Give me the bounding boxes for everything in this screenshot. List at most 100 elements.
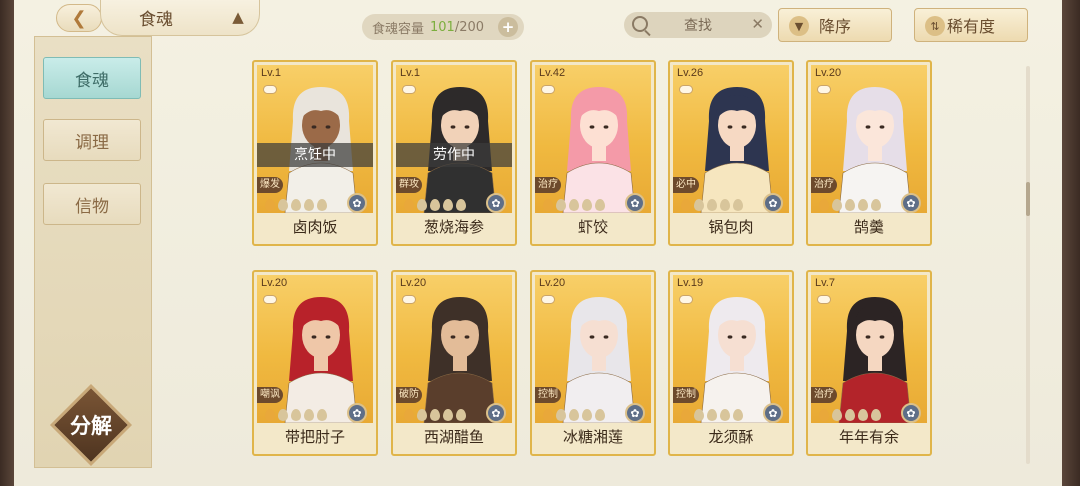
element-emblem-icon: ✿ <box>901 193 921 213</box>
search-input[interactable]: 查找 ✕ <box>624 12 772 38</box>
sidebar-item-label: 调理 <box>75 132 109 153</box>
card-role-tag: 必中 <box>673 177 699 193</box>
star-icon <box>569 409 579 421</box>
star-icon <box>871 409 881 421</box>
collapse-icon <box>541 85 555 94</box>
card-role-tag: 嘲讽 <box>257 387 283 403</box>
star-icon <box>707 199 717 211</box>
food-soul-card[interactable]: Lv.1 烹饪中 爆发 ✿ 卤肉饭 <box>252 60 378 246</box>
star-rating <box>404 199 466 213</box>
card-name: 冰糖湘莲 <box>562 428 623 446</box>
card-portrait-area: Lv.1 烹饪中 爆发 ✿ <box>257 65 373 213</box>
element-emblem-icon: ✿ <box>347 403 367 423</box>
star-icon <box>733 199 743 211</box>
star-icon <box>707 409 717 421</box>
star-icon <box>456 199 466 211</box>
star-icon <box>404 199 414 211</box>
food-soul-card[interactable]: Lv.20 破防 ✿ 西湖醋鱼 <box>391 270 517 456</box>
star-icon <box>556 409 566 421</box>
star-icon <box>681 409 691 421</box>
star-icon <box>417 199 427 211</box>
card-name: 鹄羹 <box>853 218 884 236</box>
sidebar-item-training[interactable]: 调理 <box>43 119 141 161</box>
sort-key-label: 稀有度 <box>946 17 995 36</box>
star-icon <box>304 199 314 211</box>
scrollbar[interactable] <box>1026 66 1030 464</box>
food-soul-card[interactable]: Lv.1 劳作中 群攻 ✿ 葱烧海参 <box>391 60 517 246</box>
element-emblem-icon: ✿ <box>486 193 506 213</box>
character-portrait <box>562 297 636 423</box>
card-name: 虾饺 <box>577 218 608 236</box>
card-role-tag: 治疗 <box>811 177 837 193</box>
card-name: 带把肘子 <box>284 428 345 446</box>
search-icon <box>632 16 648 32</box>
character-portrait <box>562 87 636 213</box>
expand-capacity-button[interactable]: + <box>498 17 518 37</box>
home-icon[interactable]: ▲ <box>227 8 249 26</box>
card-status-banner: 劳作中 <box>396 143 512 167</box>
star-icon <box>291 199 301 211</box>
sidebar-item-tokens[interactable]: 信物 <box>43 183 141 225</box>
star-icon <box>582 409 592 421</box>
card-level: Lv.20 <box>261 277 288 289</box>
food-soul-card[interactable]: Lv.42 治疗 ✿ 虾饺 <box>530 60 656 246</box>
star-icon <box>832 409 842 421</box>
star-icon <box>681 199 691 211</box>
clear-icon[interactable]: ✕ <box>751 15 764 33</box>
sort-key-button[interactable]: ⇅ 稀有度 <box>914 8 1028 42</box>
star-icon <box>595 199 605 211</box>
card-role-tag: 爆发 <box>257 177 283 193</box>
food-soul-card[interactable]: Lv.20 治疗 ✿ 鹄羹 <box>806 60 932 246</box>
scrollbar-thumb[interactable] <box>1026 182 1030 216</box>
card-name: 锅包肉 <box>708 218 754 236</box>
food-soul-card[interactable]: Lv.19 控制 ✿ 龙须酥 <box>668 270 794 456</box>
food-soul-card[interactable]: Lv.26 必中 ✿ 锅包肉 <box>668 60 794 246</box>
star-rating <box>819 199 881 213</box>
character-portrait <box>700 297 774 423</box>
star-icon <box>694 199 704 211</box>
star-icon <box>720 409 730 421</box>
sidebar-item-food-souls[interactable]: 食魂 <box>43 57 141 99</box>
card-role-tag: 破防 <box>396 387 422 403</box>
page-title-tab: 食魂 ▲ <box>100 0 260 36</box>
star-rating <box>819 409 881 423</box>
card-role-tag: 控制 <box>673 387 699 403</box>
sort-order-button[interactable]: ▼ 降序 <box>778 8 892 42</box>
card-portrait-area: Lv.20 嘲讽 ✿ <box>257 275 373 423</box>
search-label: 查找 <box>684 18 712 34</box>
collapse-icon <box>679 85 693 94</box>
collapse-icon <box>679 295 693 304</box>
card-role-tag: 治疗 <box>535 177 561 193</box>
star-icon <box>456 409 466 421</box>
food-soul-card[interactable]: Lv.20 嘲讽 ✿ 带把肘子 <box>252 270 378 456</box>
card-role-tag: 控制 <box>535 387 561 403</box>
element-emblem-icon: ✿ <box>347 193 367 213</box>
sort-swap-icon: ⇅ <box>925 16 945 36</box>
card-portrait-area: Lv.20 治疗 ✿ <box>811 65 927 213</box>
card-level: Lv.20 <box>815 67 842 79</box>
star-icon <box>582 199 592 211</box>
star-icon <box>317 199 327 211</box>
food-soul-card[interactable]: Lv.7 治疗 ✿ 年年有余 <box>806 270 932 456</box>
back-arrow-icon: ❮ <box>71 7 87 29</box>
star-icon <box>569 199 579 211</box>
star-rating <box>265 409 327 423</box>
decompose-button[interactable]: 分解 <box>49 383 133 467</box>
card-name: 龙须酥 <box>708 428 754 446</box>
star-icon <box>871 199 881 211</box>
star-rating <box>681 199 743 213</box>
back-button[interactable]: ❮ <box>56 4 102 32</box>
card-level: Lv.20 <box>539 277 566 289</box>
sidebar-item-label: 食魂 <box>75 70 109 91</box>
star-icon <box>733 409 743 421</box>
page-title: 食魂 <box>139 10 173 30</box>
food-soul-card[interactable]: Lv.20 控制 ✿ 冰糖湘莲 <box>530 270 656 456</box>
card-portrait-area: Lv.42 治疗 ✿ <box>535 65 651 213</box>
card-name: 西湖醋鱼 <box>423 428 484 446</box>
star-rating <box>681 409 743 423</box>
frame-right <box>1062 0 1080 486</box>
star-icon <box>858 409 868 421</box>
star-icon <box>291 409 301 421</box>
star-icon <box>317 409 327 421</box>
star-icon <box>304 409 314 421</box>
